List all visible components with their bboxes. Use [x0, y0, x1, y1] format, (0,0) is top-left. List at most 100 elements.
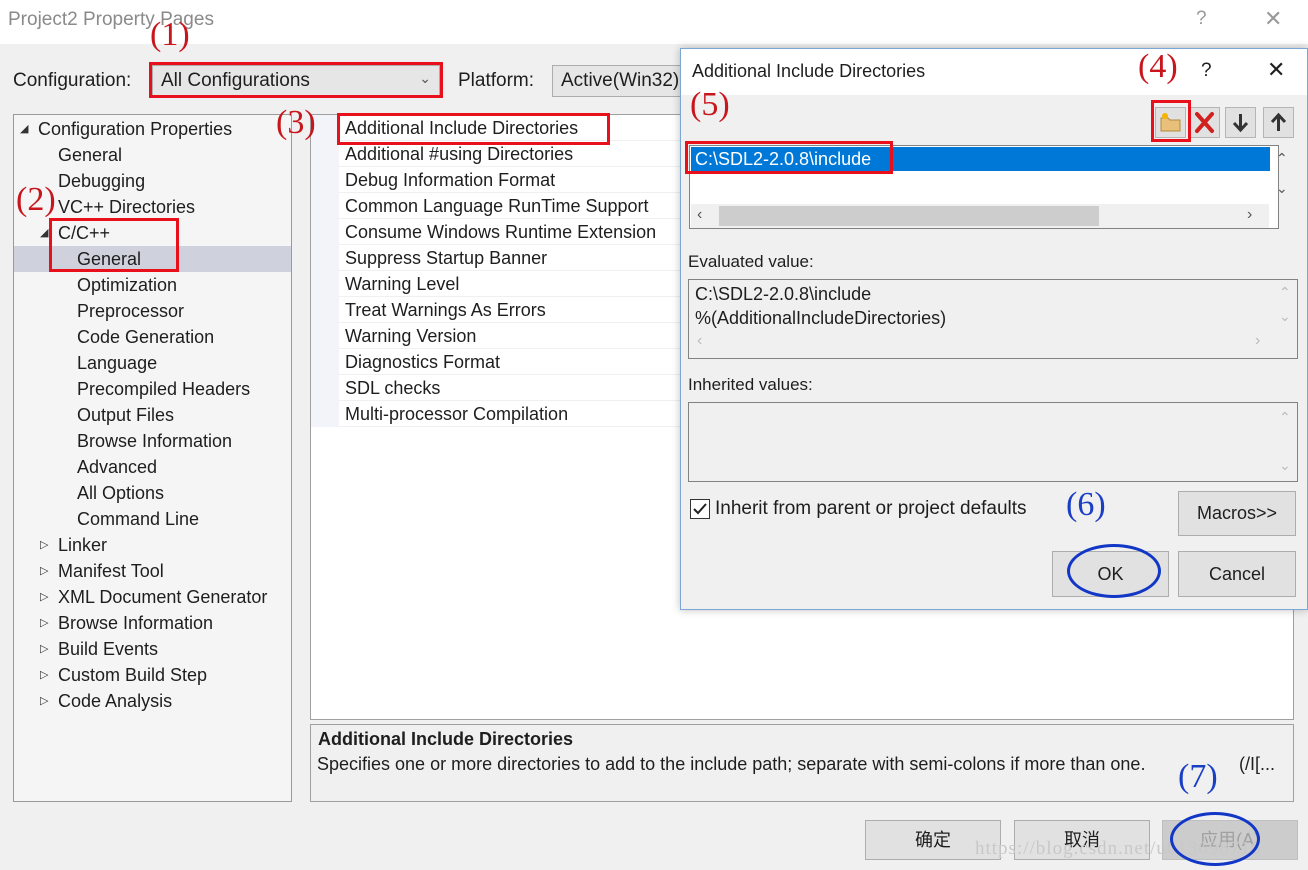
move-up-button[interactable]	[1263, 107, 1294, 138]
tree-item[interactable]: Browse Information	[14, 428, 291, 454]
grid-gutter	[311, 115, 339, 427]
tree-item-label: Code Analysis	[58, 691, 173, 711]
tree-item-label: Configuration Properties	[38, 119, 233, 139]
tree-item-label: Optimization	[77, 275, 178, 295]
annotation-box-cpp-general	[49, 218, 179, 272]
help-button[interactable]: ?	[1196, 8, 1207, 30]
additional-include-directories-dialog: Additional Include Directories ? ✕ C:\SD…	[680, 48, 1308, 610]
tree-item[interactable]: Advanced	[14, 454, 291, 480]
platform-value: Active(Win32)	[561, 70, 680, 91]
collapsed-triangle-icon[interactable]: ▷	[40, 584, 48, 610]
tree-item-label: Advanced	[77, 457, 158, 477]
scroll-right-icon[interactable]: ›	[1247, 206, 1252, 224]
dialog-close-button[interactable]: ✕	[1267, 57, 1285, 83]
window-titlebar: Project2 Property Pages ? ✕	[0, 0, 1308, 44]
collapsed-triangle-icon[interactable]: ▷	[40, 662, 48, 688]
tree-item[interactable]: Language	[14, 350, 291, 376]
checkmark-icon	[693, 503, 707, 515]
tree-item-label: Code Generation	[77, 327, 215, 347]
evaluated-value-label: Evaluated value:	[688, 252, 814, 271]
tree-item[interactable]: ◢ Configuration Properties	[14, 116, 291, 142]
collapsed-triangle-icon[interactable]: ▷	[40, 636, 48, 662]
tree-item[interactable]: ▷ Manifest Tool	[14, 558, 291, 584]
tree-item[interactable]: ▷ Build Events	[14, 636, 291, 662]
tree-item-label: Preprocessor	[77, 301, 185, 321]
annotation-circle-ok	[1067, 544, 1161, 598]
tree-item[interactable]: ▷ Browse Information	[14, 610, 291, 636]
dialog-help-button[interactable]: ?	[1201, 60, 1212, 82]
evaluated-line: C:\SDL2-2.0.8\include	[695, 284, 872, 304]
inherit-checkbox[interactable]	[690, 499, 710, 519]
tree-item[interactable]: All Options	[14, 480, 291, 506]
dialog-title: Additional Include Directories	[692, 61, 926, 81]
tree-item-label: XML Document Generator	[58, 587, 268, 607]
tree-item-label: Command Line	[77, 509, 200, 529]
scroll-left-icon: ‹	[697, 332, 703, 349]
scroll-right-icon: ›	[1255, 332, 1261, 349]
tree-item-label: Linker	[58, 535, 108, 555]
description-switch: (/I[...	[1239, 754, 1275, 774]
tree-item[interactable]: General	[14, 142, 291, 168]
annotation-step-7: (7)	[1178, 758, 1218, 795]
tree-item[interactable]: Output Files	[14, 402, 291, 428]
annotation-step-5: (5)	[690, 86, 730, 123]
tree-item[interactable]: ▷ Custom Build Step	[14, 662, 291, 688]
move-down-button[interactable]	[1225, 107, 1256, 138]
annotation-box-configuration	[149, 62, 443, 98]
description-panel: Additional Include Directories Specifies…	[310, 724, 1294, 802]
inherit-checkbox-label[interactable]: Inherit from parent or project defaults	[715, 498, 1027, 520]
scroll-up-icon: ⌃	[1279, 409, 1291, 425]
scroll-down-icon: ⌄	[1279, 457, 1291, 473]
annotation-step-3: (3)	[276, 104, 316, 141]
tree-item[interactable]: ▷ Linker	[14, 532, 291, 558]
horizontal-scrollbar[interactable]: ‹ ›	[691, 204, 1269, 228]
collapsed-triangle-icon[interactable]: ▷	[40, 610, 48, 636]
annotation-step-4: (4)	[1138, 48, 1178, 85]
tree-item-label: Precompiled Headers	[77, 379, 251, 399]
annotation-box-include-dirs	[337, 113, 610, 145]
tree-item-label: General	[58, 145, 123, 165]
tree-item[interactable]: ▷ Code Analysis	[14, 688, 291, 714]
tree-item[interactable]: Preprocessor	[14, 298, 291, 324]
collapsed-triangle-icon[interactable]: ▷	[40, 688, 48, 714]
scroll-left-icon[interactable]: ‹	[697, 206, 702, 224]
tree-item[interactable]: Optimization	[14, 272, 291, 298]
scroll-up-icon[interactable]: ⌃	[1276, 150, 1288, 167]
tree-item-label: All Options	[77, 483, 165, 503]
tree-item[interactable]: Precompiled Headers	[14, 376, 291, 402]
collapsed-triangle-icon[interactable]: ▷	[40, 558, 48, 584]
annotation-step-1: (1)	[150, 16, 190, 53]
scroll-down-icon[interactable]: ⌄	[1276, 180, 1288, 197]
tree-item-label: Output Files	[77, 405, 175, 425]
platform-select[interactable]: Active(Win32)	[552, 65, 692, 97]
annotation-step-6: (6)	[1066, 486, 1106, 523]
tree-item[interactable]: ▷ XML Document Generator	[14, 584, 291, 610]
collapsed-triangle-icon[interactable]: ▷	[40, 532, 48, 558]
inherited-values-label: Inherited values:	[688, 375, 813, 394]
tree-item-label: Debugging	[58, 171, 146, 191]
macros-button[interactable]: Macros>>	[1178, 491, 1296, 536]
dialog-cancel-button[interactable]: Cancel	[1178, 551, 1296, 597]
tree-item-label: Manifest Tool	[58, 561, 164, 581]
configuration-label: Configuration:	[13, 70, 132, 91]
tree-item[interactable]: Command Line	[14, 506, 291, 532]
tree-item-label: VC++ Directories	[58, 197, 196, 217]
scroll-up-icon: ⌃	[1279, 284, 1291, 300]
expanded-triangle-icon[interactable]: ◢	[20, 116, 28, 142]
annotation-step-2: (2)	[16, 181, 56, 218]
tree-item[interactable]: Code Generation	[14, 324, 291, 350]
dialog-titlebar: Additional Include Directories ? ✕	[681, 49, 1307, 95]
delete-line-button[interactable]	[1189, 107, 1220, 138]
scrollbar-thumb[interactable]	[719, 206, 1099, 226]
tree-item-label: Language	[77, 353, 158, 373]
tree-item-label: Browse Information	[77, 431, 233, 451]
inherited-values-box: ⌃ ⌄	[688, 402, 1298, 482]
expanded-triangle-icon[interactable]: ◢	[40, 220, 48, 246]
annotation-circle-apply	[1170, 812, 1260, 866]
close-button[interactable]: ✕	[1264, 6, 1282, 32]
evaluated-value-box: C:\SDL2-2.0.8\include %(AdditionalInclud…	[688, 279, 1298, 359]
annotation-box-new-line	[1151, 100, 1191, 142]
arrow-up-icon	[1270, 112, 1287, 131]
description-title: Additional Include Directories	[318, 729, 574, 749]
platform-label: Platform:	[458, 70, 535, 91]
